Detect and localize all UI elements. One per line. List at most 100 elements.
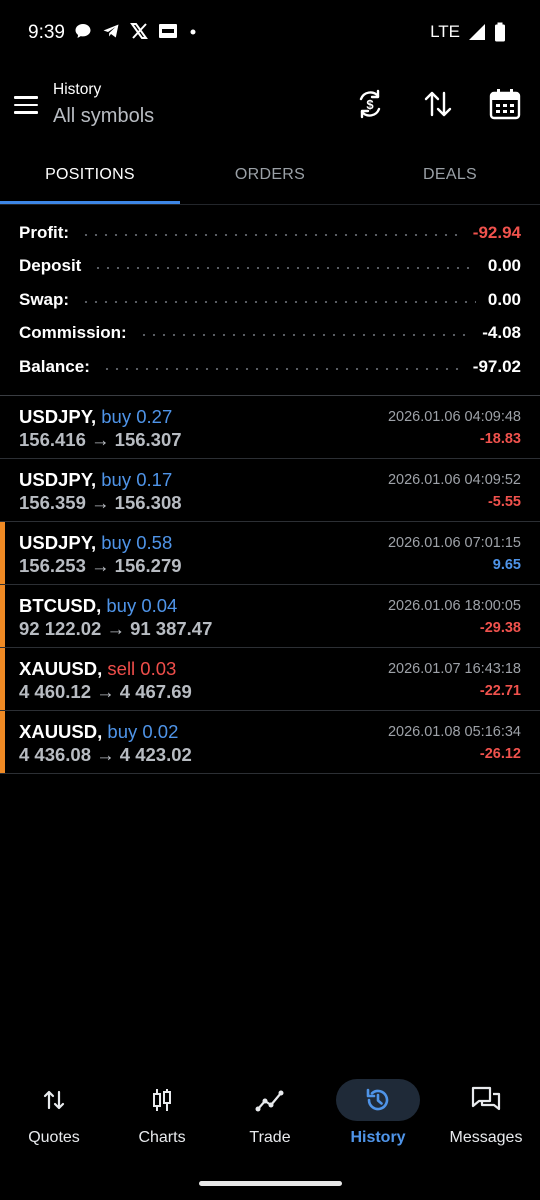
currency-refresh-icon: $ (359, 89, 381, 119)
app-header: History All symbols $ (0, 66, 540, 146)
list-item[interactable]: BTCUSD, buy 0.04 92 122.02 → 91 387.47 2… (0, 585, 540, 648)
notification-icons (74, 22, 198, 40)
summary-row-profit: Profit: -92.94 (0, 216, 540, 250)
nav-history[interactable]: History (324, 1075, 432, 1165)
dotted-leader (138, 334, 471, 337)
messages-chat-icon (471, 1086, 501, 1111)
symbol-name: BTCUSD, (19, 595, 102, 616)
dotted-leader (93, 267, 476, 270)
home-indicator[interactable] (199, 1181, 342, 1186)
list-item[interactable]: USDJPY, buy 0.58 156.253 → 156.279 2026.… (0, 522, 540, 585)
balance-value: -97.02 (472, 356, 521, 376)
commission-label: Commission: (19, 323, 127, 343)
swap-value: 0.00 (487, 289, 521, 309)
balance-label: Balance: (19, 356, 90, 376)
tab-orders[interactable]: ORDERS (180, 146, 360, 204)
profit-label: Profit: (19, 222, 70, 242)
nav-trade[interactable]: Trade (216, 1075, 324, 1165)
trade-side: buy 0.17 (101, 469, 173, 490)
nav-trade-label: Trade (249, 1129, 291, 1146)
list-item[interactable]: USDJPY, buy 0.27 156.416 → 156.307 2026.… (0, 396, 540, 459)
dotted-leader (81, 300, 476, 303)
nav-charts-label: Charts (138, 1129, 186, 1146)
sort-arrows-icon (424, 91, 452, 117)
tab-deals[interactable]: DEALS (360, 146, 540, 204)
calendar-icon (489, 89, 521, 120)
tabs-divider (0, 204, 540, 205)
trade-time: 2026.01.06 18:00:05 (387, 598, 521, 614)
trade-time: 2026.01.06 04:09:52 (387, 472, 521, 488)
chat-bubble-icon (75, 24, 91, 38)
nav-messages[interactable]: Messages (432, 1075, 540, 1165)
sort-button[interactable] (420, 86, 456, 122)
trade-time: 2026.01.06 04:09:48 (387, 409, 521, 425)
symbol-name: USDJPY, (19, 532, 97, 553)
summary-row-swap: Swap: 0.00 (0, 283, 540, 317)
trade-side: buy 0.02 (107, 721, 179, 742)
candlestick-icon (153, 1089, 171, 1111)
symbol-name: USDJPY, (19, 469, 97, 490)
calendar-button[interactable] (487, 86, 523, 122)
summary-row-commission: Commission: -4.08 (0, 317, 540, 351)
status-bar: 9:39 LTE (0, 0, 540, 66)
trade-line-icon (255, 1090, 284, 1112)
header-subtitle: History (53, 81, 102, 98)
price-range: 156.359 → 156.308 (19, 492, 182, 513)
deposit-value: 0.00 (487, 256, 521, 276)
quotes-arrows-icon (43, 1090, 65, 1110)
summary-row-balance: Balance: -97.02 (0, 350, 540, 384)
trade-time: 2026.01.06 07:01:15 (387, 535, 521, 551)
status-right: LTE (430, 22, 506, 42)
trade-time: 2026.01.08 05:16:34 (387, 724, 521, 740)
trade-side: buy 0.58 (101, 532, 173, 553)
trade-side: buy 0.04 (106, 595, 178, 616)
trade-profit: -18.83 (479, 431, 521, 447)
commission-value: -4.08 (482, 323, 521, 343)
trade-profit: -29.38 (479, 620, 521, 636)
nav-charts[interactable]: Charts (108, 1075, 216, 1165)
price-range: 92 122.02 → 91 387.47 (19, 618, 213, 639)
network-label: LTE (430, 22, 460, 41)
nav-history-label: History (350, 1129, 406, 1146)
list-item[interactable]: USDJPY, buy 0.17 156.359 → 156.308 2026.… (0, 459, 540, 522)
symbol-name: XAUUSD, (19, 721, 103, 742)
nav-quotes-label: Quotes (28, 1129, 80, 1146)
summary-panel: Profit: -92.94 Deposit 0.00 Swap: 0.00 C… (0, 216, 540, 384)
positions-list: USDJPY, buy 0.27 156.416 → 156.307 2026.… (0, 396, 540, 774)
symbol-name: USDJPY, (19, 406, 97, 427)
trade-profit: -22.71 (479, 683, 521, 699)
x-logo-icon (130, 23, 148, 39)
history-tabs: POSITIONS ORDERS DEALS (0, 146, 540, 204)
profit-value: -92.94 (472, 222, 521, 242)
trade-time: 2026.01.07 16:43:18 (387, 661, 521, 677)
history-clock-icon (366, 1088, 389, 1111)
dotted-leader (81, 233, 461, 236)
tab-positions[interactable]: POSITIONS (0, 146, 180, 204)
bottom-navigation: Quotes Charts Trade History Messages (0, 1075, 540, 1165)
currency-switch-button[interactable]: $ (352, 86, 388, 122)
menu-icon[interactable] (14, 96, 38, 114)
price-range: 4 460.12 → 4 467.69 (19, 681, 192, 702)
telegram-icon (103, 24, 119, 38)
status-time: 9:39 (28, 22, 65, 43)
dot-icon (190, 29, 196, 35)
price-range: 156.253 → 156.279 (19, 555, 182, 576)
list-item[interactable]: XAUUSD, sell 0.03 4 460.12 → 4 467.69 20… (0, 648, 540, 711)
bybit-icon (159, 24, 177, 38)
price-range: 4 436.08 → 4 423.02 (19, 744, 192, 765)
svg-text:$: $ (366, 97, 374, 112)
trade-profit: 9.65 (492, 557, 521, 573)
symbol-filter[interactable]: All symbols (53, 105, 154, 128)
trade-side: buy 0.27 (101, 406, 173, 427)
nav-quotes[interactable]: Quotes (0, 1075, 108, 1165)
deposit-label: Deposit (19, 256, 82, 276)
nav-messages-label: Messages (449, 1129, 523, 1146)
price-range: 156.416 → 156.307 (19, 429, 182, 450)
trade-profit: -26.12 (479, 746, 521, 762)
dotted-leader (101, 367, 461, 370)
trade-side: sell 0.03 (107, 658, 177, 679)
signal-icon (469, 24, 485, 40)
symbol-name: XAUUSD, (19, 658, 103, 679)
summary-row-deposit: Deposit 0.00 (0, 250, 540, 284)
list-item[interactable]: XAUUSD, buy 0.02 4 436.08 → 4 423.02 202… (0, 711, 540, 774)
